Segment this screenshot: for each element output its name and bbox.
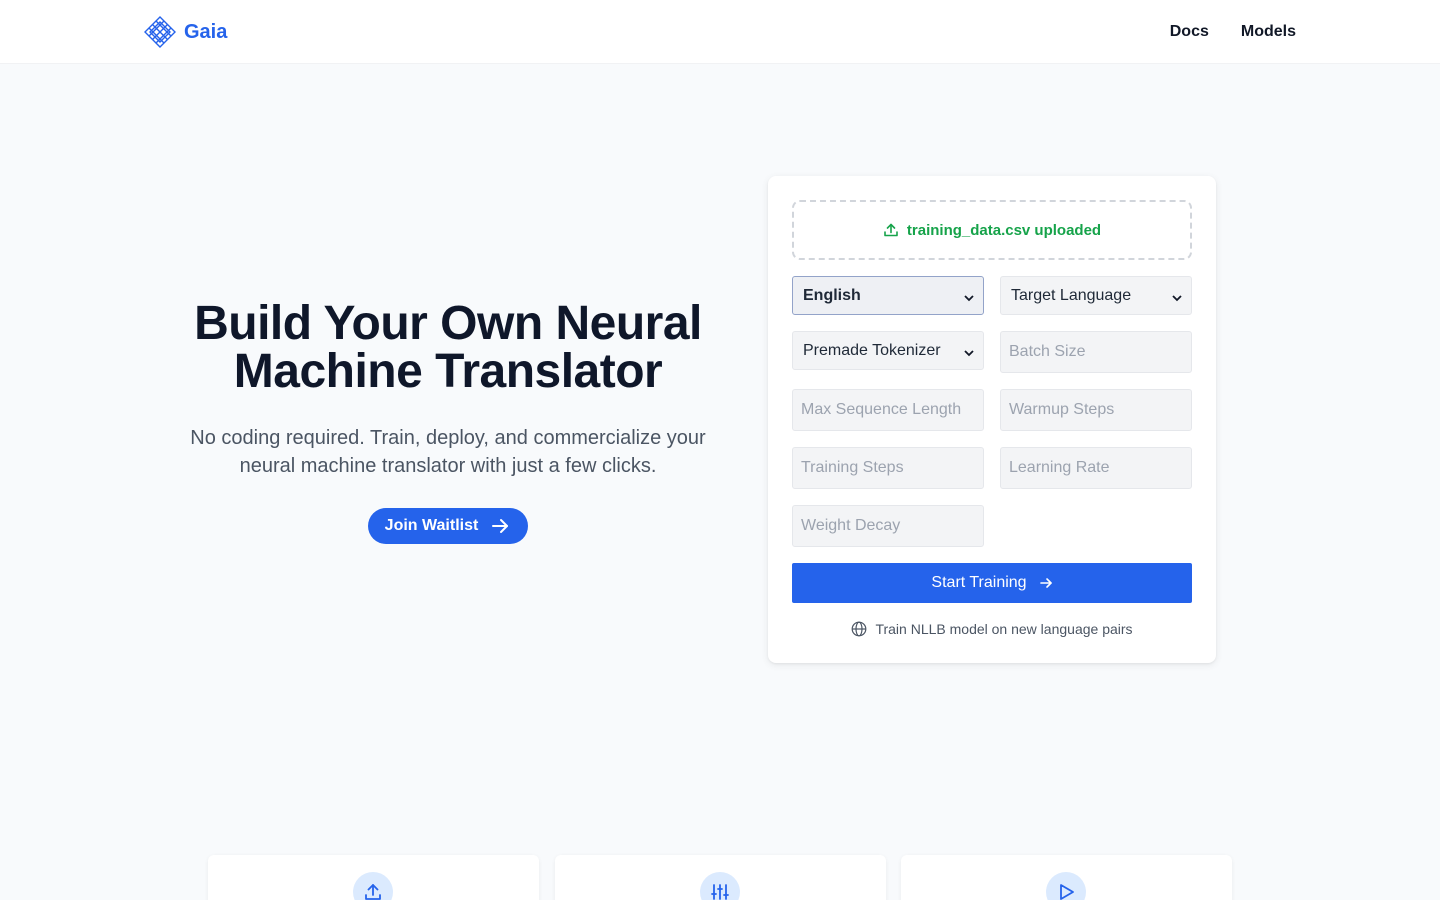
brand-logo-link[interactable]: Gaia	[144, 16, 227, 48]
target-language-select[interactable]: Target Language	[1000, 276, 1192, 315]
site-header: Gaia Docs Models	[0, 0, 1440, 64]
model-note-text: Train NLLB model on new language pairs	[875, 621, 1133, 637]
learning-rate-input[interactable]	[1000, 447, 1192, 489]
hero-title: Build Your Own Neural Machine Translator	[168, 300, 728, 396]
hero-subtitle-line-2: neural machine translator with just a fe…	[239, 455, 657, 477]
join-waitlist-label: Join Waitlist	[384, 517, 479, 534]
main-nav: Docs Models	[1170, 20, 1296, 44]
feature-card-upload	[208, 855, 539, 900]
training-form-card: training_data.csv uploaded English Targe…	[768, 176, 1216, 663]
start-training-label: Start Training	[931, 574, 1027, 591]
max-sequence-length-input[interactable]	[792, 389, 984, 431]
tokenizer-select[interactable]: Premade Tokenizer	[792, 331, 984, 370]
source-language-select-wrap: English	[792, 276, 984, 315]
tokenizer-select-wrap: Premade Tokenizer	[792, 331, 984, 370]
nav-link-models[interactable]: Models	[1241, 20, 1296, 44]
diamond-grid-icon	[144, 16, 176, 48]
training-steps-input[interactable]	[792, 447, 984, 489]
hero-title-line-1: Build Your Own Neural	[194, 297, 702, 350]
model-note: Train NLLB model on new language pairs	[792, 619, 1192, 639]
globe-icon	[851, 621, 867, 637]
upload-icon	[883, 222, 899, 238]
play-icon	[1046, 872, 1086, 900]
arrow-right-icon	[1039, 576, 1053, 590]
upload-icon	[353, 872, 393, 900]
feature-card-run	[901, 855, 1232, 900]
source-language-select[interactable]: English	[792, 276, 984, 315]
hero-title-line-2: Machine Translator	[233, 345, 663, 398]
nav-link-docs[interactable]: Docs	[1170, 20, 1209, 44]
hero-subtitle: No coding required. Train, deploy, and c…	[168, 424, 728, 480]
target-language-select-wrap: Target Language	[1000, 276, 1192, 315]
file-upload-dropzone[interactable]: training_data.csv uploaded	[792, 200, 1192, 260]
arrow-right-icon	[490, 516, 510, 536]
start-training-button[interactable]: Start Training	[792, 563, 1192, 603]
join-waitlist-button[interactable]: Join Waitlist	[367, 508, 529, 544]
upload-status-text: training_data.csv uploaded	[906, 221, 1102, 239]
brand-name: Gaia	[184, 20, 228, 43]
weight-decay-input[interactable]	[792, 505, 984, 547]
hero-subtitle-line-1: No coding required. Train, deploy, and c…	[190, 427, 706, 449]
feature-card-configure	[555, 855, 886, 900]
warmup-steps-input[interactable]	[1000, 389, 1192, 431]
batch-size-input[interactable]	[1000, 331, 1192, 373]
hero-section: Build Your Own Neural Machine Translator…	[168, 300, 728, 544]
sliders-icon	[700, 872, 740, 900]
